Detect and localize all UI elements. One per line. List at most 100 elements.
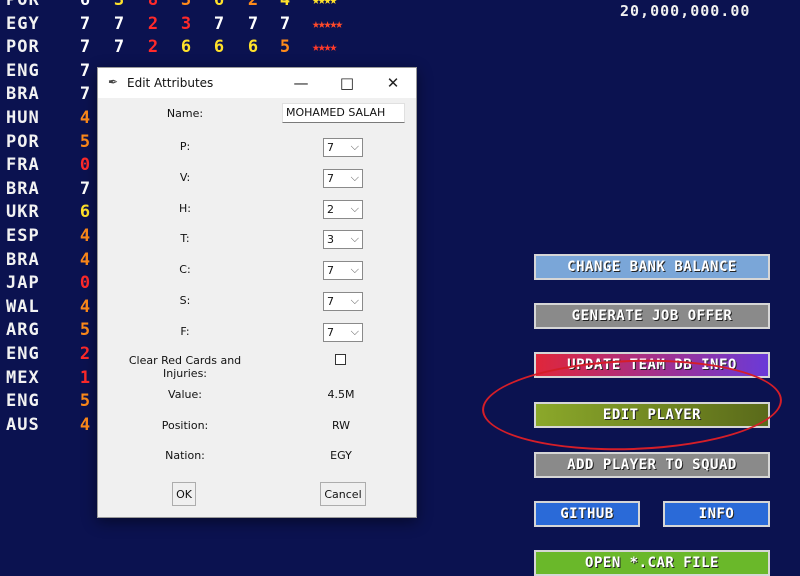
roster-attribute: 5: [279, 37, 291, 58]
attribute-value: 7: [327, 171, 334, 185]
roster-nation: ENG: [6, 60, 40, 81]
roster-nation: ENG: [6, 391, 40, 412]
roster-attribute: 7: [79, 13, 91, 34]
ok-button[interactable]: OK: [172, 482, 196, 506]
roster-attribute: 3: [180, 13, 192, 34]
roster-attribute: 4: [79, 414, 91, 435]
roster-nation: ARG: [6, 320, 40, 341]
update-team-db-info-button[interactable]: UPDATE TEAM DB INFO: [534, 352, 770, 378]
star-rating: ★★★★: [312, 0, 337, 8]
bank-balance: 20,000,000.00: [620, 2, 751, 20]
attribute-label: S:: [179, 294, 191, 307]
roster-attribute: 7: [79, 60, 91, 81]
roster-attribute: 7: [113, 37, 125, 58]
roster-nation: ENG: [6, 344, 40, 364]
nation-text: EGY: [330, 449, 352, 462]
roster-attribute: 2: [79, 344, 91, 364]
roster-attribute: 8: [147, 0, 159, 10]
nation-label: Nation:: [165, 449, 205, 462]
roster-attribute: 7: [79, 84, 91, 105]
info-button[interactable]: INFO: [663, 501, 770, 527]
roster-attribute: 6: [247, 37, 259, 58]
attribute-select[interactable]: 7 ⌵: [323, 261, 363, 281]
attribute-value: 7: [327, 325, 334, 339]
dialog-titlebar: ✒ Edit Attributes — □ ✕: [98, 68, 416, 98]
roster-nation: WAL: [6, 296, 40, 317]
maximize-icon[interactable]: □: [324, 68, 370, 98]
roster-attribute: 6: [213, 0, 225, 10]
roster-nation: JAP: [6, 273, 40, 294]
roster-nation: POR: [6, 37, 40, 58]
attribute-value: 2: [327, 202, 334, 216]
roster-attribute: 1: [79, 367, 91, 388]
roster-attribute: 4: [279, 0, 291, 10]
attribute-label: C:: [179, 263, 191, 277]
roster-attribute: 5: [79, 391, 91, 412]
roster-nation: EGY: [6, 13, 40, 34]
roster-nation: FRA: [6, 155, 40, 176]
roster-attribute: 7: [213, 13, 225, 34]
roster-attribute: 7: [79, 178, 91, 199]
roster-attribute: 7: [79, 37, 91, 58]
attribute-value: 7: [327, 141, 334, 154]
roster-attribute: 3: [113, 0, 125, 10]
add-player-to-squad-button[interactable]: ADD PLAYER TO SQUAD: [534, 452, 770, 478]
roster-attribute: 0: [79, 155, 91, 176]
generate-job-offer-button[interactable]: GENERATE JOB OFFER: [534, 303, 770, 329]
star-rating: ★★★★: [312, 40, 337, 56]
attribute-label: H:: [179, 201, 191, 215]
position-label: Position:: [161, 419, 209, 432]
roster-attribute: 4: [79, 226, 91, 246]
edit-player-button[interactable]: EDIT PLAYER: [534, 402, 770, 428]
roster-attribute: 4: [79, 108, 91, 128]
chevron-down-icon: ⌵: [350, 294, 359, 307]
position-text: RW: [331, 419, 351, 432]
value-text: 4.5M: [327, 388, 355, 401]
roster-attribute: 5: [79, 320, 91, 341]
star-rating: ★★★★★: [312, 16, 343, 32]
roster-attribute: 7: [113, 13, 125, 34]
roster-nation: BRA: [6, 178, 40, 199]
roster-nation: POR: [6, 131, 40, 152]
roster-nation: POR: [6, 0, 40, 10]
change-bank-balance-button[interactable]: CHANGE BANK BALANCE: [534, 254, 770, 280]
roster-attribute: 6: [213, 37, 225, 58]
chevron-down-icon: ⌵: [350, 170, 359, 184]
roster-attribute: 6: [79, 0, 91, 10]
attribute-select[interactable]: 2 ⌵: [323, 199, 363, 219]
attribute-select[interactable]: 3 ⌵: [323, 230, 363, 250]
roster-attribute: 5: [79, 131, 91, 152]
name-field[interactable]: MOHAMED SALAH: [282, 103, 405, 123]
roster-nation: HUN: [6, 108, 40, 128]
clear-cards-checkbox[interactable]: [335, 354, 346, 365]
attribute-value: 7: [327, 295, 334, 308]
attribute-label: P:: [179, 140, 191, 153]
close-icon[interactable]: ✕: [370, 68, 416, 98]
attribute-select[interactable]: 7 ⌵: [323, 168, 363, 188]
roster-nation: BRA: [6, 84, 40, 105]
minimize-icon[interactable]: —: [278, 68, 324, 98]
github-button[interactable]: GITHUB: [534, 501, 640, 527]
attribute-value: 3: [327, 233, 334, 247]
chevron-down-icon: ⌵: [350, 232, 359, 246]
edit-attributes-dialog: ✒ Edit Attributes — □ ✕ Name: MOHAMED SA…: [97, 67, 417, 518]
clear-cards-label: Clear Red Cards and Injuries:: [128, 354, 242, 380]
attribute-select[interactable]: 7 ⌵: [323, 292, 363, 311]
feather-icon: ✒: [108, 75, 119, 89]
chevron-down-icon: ⌵: [350, 201, 359, 215]
attribute-select[interactable]: 7 ⌵: [323, 322, 363, 342]
roster-attribute: 2: [147, 13, 159, 34]
roster-attribute: 6: [180, 37, 192, 58]
roster-nation: ESP: [6, 226, 40, 246]
value-label: Value:: [168, 388, 202, 401]
attribute-label: V:: [179, 170, 191, 184]
open-car-file-button[interactable]: OPEN *.CAR FILE: [534, 550, 770, 576]
attribute-value: 7: [327, 264, 334, 278]
roster-attribute: 3: [180, 0, 192, 10]
roster-attribute: 7: [247, 13, 259, 34]
cancel-button[interactable]: Cancel: [320, 482, 366, 506]
attribute-select[interactable]: 7 ⌵: [323, 138, 363, 157]
roster-nation: AUS: [6, 414, 40, 435]
roster-attribute: 0: [79, 273, 91, 294]
roster-attribute: 2: [247, 0, 259, 10]
